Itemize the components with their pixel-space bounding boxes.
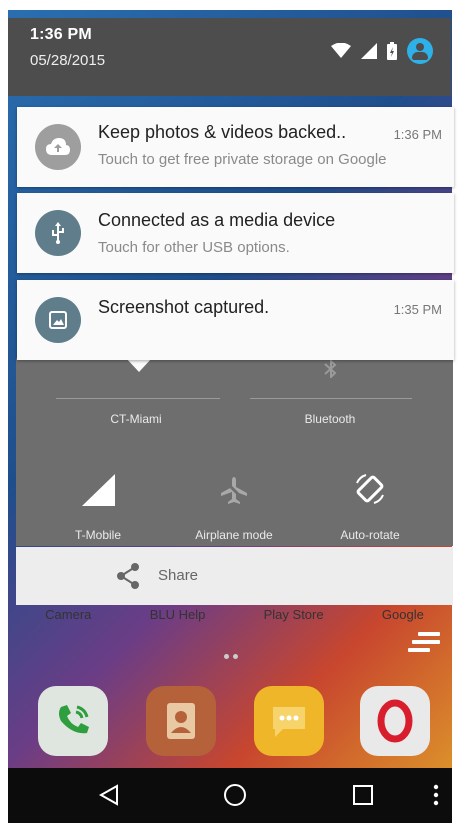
cloud-upload-icon <box>35 124 81 170</box>
cell-tile-label[interactable]: T-Mobile <box>28 528 168 542</box>
divider <box>250 398 412 399</box>
app-label-row: Camera BLU Help Play Store Google <box>16 607 453 622</box>
contacts-icon[interactable] <box>146 686 216 756</box>
airplane-tile-label[interactable]: Airplane mode <box>164 528 304 542</box>
home-button[interactable] <box>222 782 248 808</box>
notification-subtitle: Touch to get free private storage on Goo… <box>98 151 387 168</box>
notification-time: 1:35 PM <box>393 302 442 317</box>
notification-header: 1:36 PM 05/28/2015 <box>8 18 451 96</box>
notification-title: Connected as a media device <box>98 210 336 230</box>
recents-button[interactable] <box>350 782 376 808</box>
notification-screenshot[interactable]: Screenshot captured. 1:35 PM <box>17 280 454 360</box>
auto-rotate-tile-label[interactable]: Auto-rotate <box>300 528 440 542</box>
auto-rotate-icon[interactable] <box>351 470 389 508</box>
wifi-tile-label[interactable]: CT-Miami <box>66 412 206 426</box>
messaging-icon[interactable] <box>254 686 324 756</box>
navigation-bar <box>8 768 452 823</box>
app-label[interactable]: Play Store <box>264 607 324 622</box>
share-label: Share <box>158 567 199 584</box>
account-icon[interactable] <box>407 38 433 64</box>
notification-usb[interactable]: Connected as a media device Touch for ot… <box>17 193 454 273</box>
divider <box>56 398 220 399</box>
notification-backup[interactable]: Keep photos & videos backed.. Touch to g… <box>17 107 454 187</box>
status-icons <box>331 38 433 64</box>
quick-settings-panel: CT-Miami Bluetooth T-Mobile Airplane mod… <box>16 358 453 546</box>
app-dock <box>16 686 453 756</box>
back-button[interactable] <box>96 782 122 808</box>
bluetooth-tile-label[interactable]: Bluetooth <box>260 412 400 426</box>
notification-title: Keep photos & videos backed.. <box>98 122 347 142</box>
notification-time: 1:36 PM <box>393 127 442 142</box>
page-indicator <box>222 646 240 664</box>
notification-subtitle: Touch for other USB options. <box>98 239 290 256</box>
app-label[interactable]: BLU Help <box>150 607 206 622</box>
share-action[interactable]: Share <box>16 547 453 605</box>
battery-icon <box>387 42 397 60</box>
app-drawer-icon[interactable] <box>408 632 440 656</box>
bluetooth-icon[interactable] <box>319 358 343 380</box>
cell-signal-icon[interactable] <box>82 473 116 507</box>
opera-icon[interactable] <box>360 686 430 756</box>
usb-icon <box>35 210 81 256</box>
wifi-expand-pointer <box>126 358 152 372</box>
phone-icon[interactable] <box>38 686 108 756</box>
notification-title: Screenshot captured. <box>98 297 270 317</box>
cell-signal-icon <box>361 43 377 59</box>
image-icon <box>35 297 81 343</box>
airplane-icon[interactable] <box>218 474 250 506</box>
share-icon <box>117 563 139 589</box>
wifi-icon <box>331 43 351 58</box>
overflow-menu-icon[interactable] <box>428 782 444 808</box>
app-label[interactable]: Camera <box>45 607 91 622</box>
app-label[interactable]: Google <box>382 607 424 622</box>
